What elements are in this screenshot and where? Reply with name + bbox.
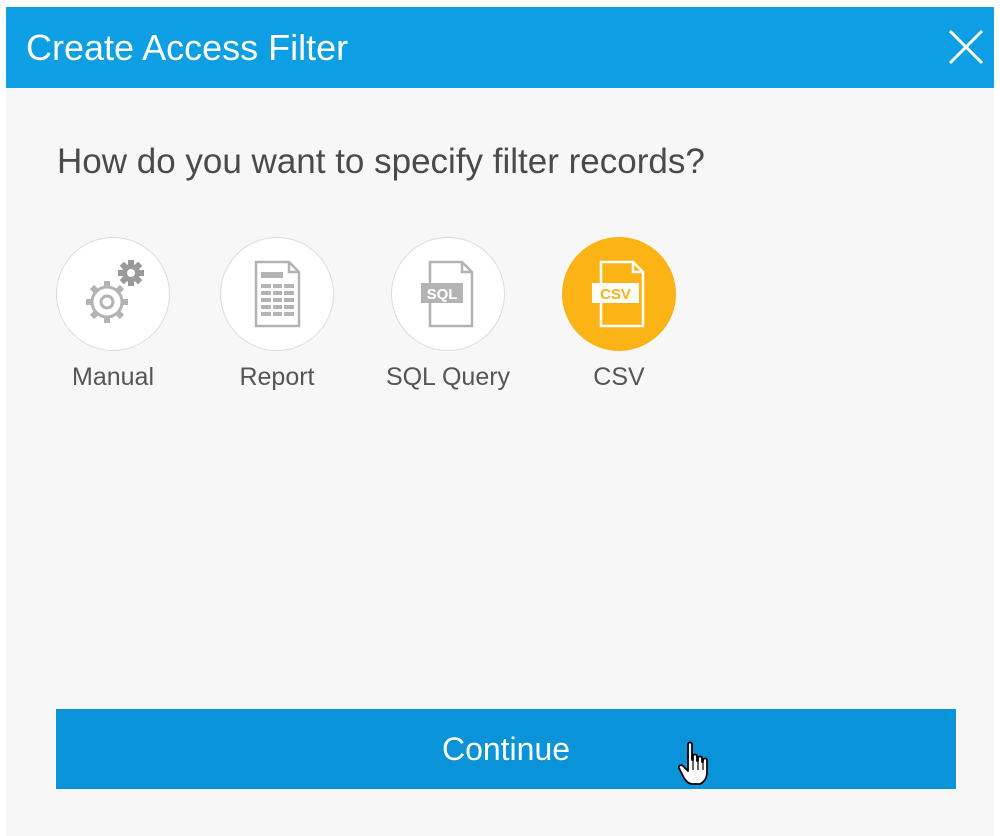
option-sql-query-circle: SQL — [391, 237, 505, 351]
option-manual-label: Manual — [72, 363, 154, 391]
report-document-icon — [254, 260, 301, 328]
option-report-label: Report — [239, 363, 315, 391]
option-report-circle — [220, 237, 334, 351]
continue-button[interactable]: Continue — [56, 709, 956, 789]
filter-question: How do you want to specify filter record… — [57, 142, 705, 181]
create-access-filter-dialog: Create Access Filter How do you want to … — [6, 7, 994, 836]
option-sql-query-label: SQL Query — [385, 363, 511, 391]
dialog-header: Create Access Filter — [6, 7, 994, 88]
csv-badge-text: CSV — [600, 286, 631, 303]
option-sql-query[interactable]: SQL SQL Query — [373, 237, 523, 402]
close-icon — [948, 29, 984, 65]
option-manual-circle — [56, 237, 170, 351]
sql-document-icon: SQL — [421, 260, 474, 328]
option-manual[interactable]: Manual — [38, 237, 188, 402]
sql-badge-text: SQL — [427, 286, 458, 303]
close-button[interactable] — [946, 27, 986, 67]
option-csv-label: CSV — [593, 363, 645, 391]
csv-document-icon: CSV — [592, 260, 645, 328]
gears-icon — [86, 260, 144, 323]
option-report[interactable]: Report — [202, 237, 352, 402]
dialog-title: Create Access Filter — [26, 27, 349, 68]
option-csv-circle: CSV — [562, 237, 676, 351]
option-csv[interactable]: CSV CSV — [544, 237, 694, 402]
